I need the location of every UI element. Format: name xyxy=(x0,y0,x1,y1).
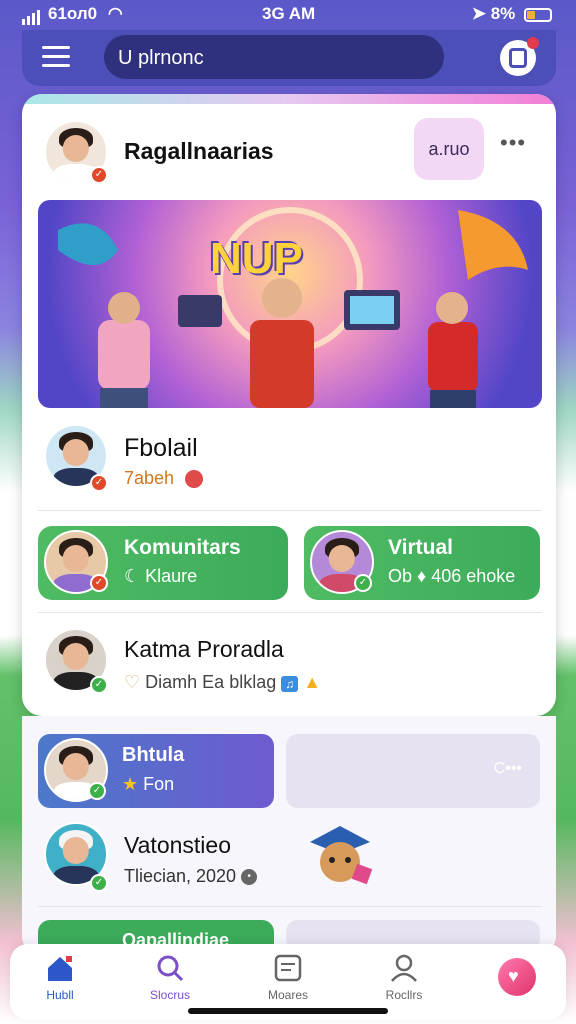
divider xyxy=(38,612,542,613)
home-indicator xyxy=(188,1008,388,1014)
item-subtitle: ♡ Diamh Ea blklag ♫ ▲ xyxy=(124,672,321,693)
banner-illustration xyxy=(58,207,528,408)
item-subtitle-text: Diamh Ea blklag xyxy=(145,672,277,692)
home-icon xyxy=(45,954,75,982)
placeholder-card[interactable]: C••• xyxy=(286,734,540,808)
item-name[interactable]: Katma Proradla xyxy=(124,636,284,663)
tab-search-label: Slocrus xyxy=(149,988,190,1002)
verified-badge: ✓ xyxy=(90,676,108,694)
tab-profile[interactable]: Rocllrs xyxy=(364,954,444,1002)
favorite-button[interactable]: ♥ xyxy=(498,958,536,996)
top-nav: U plrnonc xyxy=(22,30,556,86)
item-subtitle-text: Tliecian, 2020 xyxy=(124,866,237,886)
community-subtitle-text: Klaure xyxy=(145,566,198,586)
profile-title: Bhtula xyxy=(122,744,185,766)
more-icon: • xyxy=(241,869,258,886)
profile-icon xyxy=(389,954,419,982)
profile-subtitle: ★ Fon xyxy=(122,774,174,795)
banner-title: NUP xyxy=(210,234,303,283)
verified-badge: ✓ xyxy=(88,782,106,800)
community-subtitle: ☾ Klaure xyxy=(124,566,197,587)
community-title: Komunitars xyxy=(124,536,241,559)
item-subtitle-text: 7abeh xyxy=(124,468,175,488)
more-options-icon[interactable]: ••• xyxy=(500,130,526,156)
heart-icon: ♡ xyxy=(124,672,141,692)
item-subtitle: 7abeh xyxy=(124,468,204,489)
music-icon: ♫ xyxy=(281,676,299,692)
search-input[interactable]: U plrnonc xyxy=(104,35,444,79)
divider xyxy=(38,510,542,511)
refresh-icon: ☾ xyxy=(124,566,141,586)
profile-subtitle-text: Fon xyxy=(143,774,175,794)
verified-badge: ✓ xyxy=(90,166,108,184)
wifi-icon: ◠ xyxy=(107,4,123,23)
tab-profile-label: Rocllrs xyxy=(385,988,423,1002)
tab-home[interactable]: Hubll xyxy=(20,954,100,1002)
reaction-icon xyxy=(185,470,204,489)
virtual-title: Virtual xyxy=(388,536,453,559)
location-icon: ➤ xyxy=(471,4,486,23)
tab-home-label: Hubll xyxy=(46,988,74,1002)
search-icon xyxy=(155,954,185,982)
warning-icon: ▲ xyxy=(303,672,322,692)
messages-icon xyxy=(273,954,303,982)
clock: 3G AM xyxy=(262,4,316,23)
carrier: 61ол0 ◠ xyxy=(22,4,123,25)
verified-badge: ✓ xyxy=(90,574,108,592)
sticker-illustration xyxy=(310,826,373,885)
item-name[interactable]: Vatonstieo xyxy=(124,832,231,859)
community-card[interactable]: ✓ Komunitars ☾ Klaure xyxy=(38,526,288,600)
heart-icon: ♥ xyxy=(508,966,519,986)
bell-icon xyxy=(509,48,527,68)
battery: ➤ 8% xyxy=(472,4,552,24)
notification-dot xyxy=(527,37,539,49)
verified-badge: ✓ xyxy=(90,474,108,492)
author-name[interactable]: Ragallnaarias xyxy=(124,138,274,165)
card-accent xyxy=(22,94,556,104)
follow-chip[interactable]: a.ruo xyxy=(414,118,484,180)
verified-badge: ✓ xyxy=(354,574,372,592)
placeholder-text: C••• xyxy=(493,760,522,777)
signal-icon xyxy=(22,5,42,25)
tab-search[interactable]: Slocrus xyxy=(130,954,210,1002)
verified-badge: ✓ xyxy=(90,874,108,892)
battery-icon xyxy=(524,7,552,22)
virtual-subtitle: Ob ♦ 406 ehoke xyxy=(388,566,516,586)
tab-messages-label: Moares xyxy=(267,988,308,1002)
virtual-card[interactable]: ✓ Virtual Ob ♦ 406 ehoke xyxy=(304,526,540,600)
post-banner-image[interactable]: NUP xyxy=(38,200,542,408)
battery-label: 8% xyxy=(490,4,516,23)
status-bar: 61ол0 ◠ 3G AM ➤ 8% xyxy=(0,0,576,30)
item-name[interactable]: Fbolail xyxy=(124,434,198,463)
carrier-label: 61ол0 xyxy=(48,4,98,23)
character-sticker-icon[interactable] xyxy=(304,822,376,890)
profile-card[interactable]: ✓ Bhtula ★ Fon xyxy=(38,734,274,808)
divider xyxy=(38,906,542,907)
notification-button[interactable] xyxy=(500,37,539,76)
tab-messages[interactable]: Moares xyxy=(248,954,328,1002)
feed-card: ✓ Ragallnaarias a.ruo ••• NUP ✓ Fbolail xyxy=(22,94,556,716)
item-subtitle: Tliecian, 2020 • xyxy=(124,866,258,887)
menu-icon[interactable] xyxy=(42,46,70,70)
star-icon: ★ xyxy=(122,774,139,794)
lower-feed: ✓ Bhtula ★ Fon C••• ✓ Vatonstieo Tliecia… xyxy=(22,716,556,956)
